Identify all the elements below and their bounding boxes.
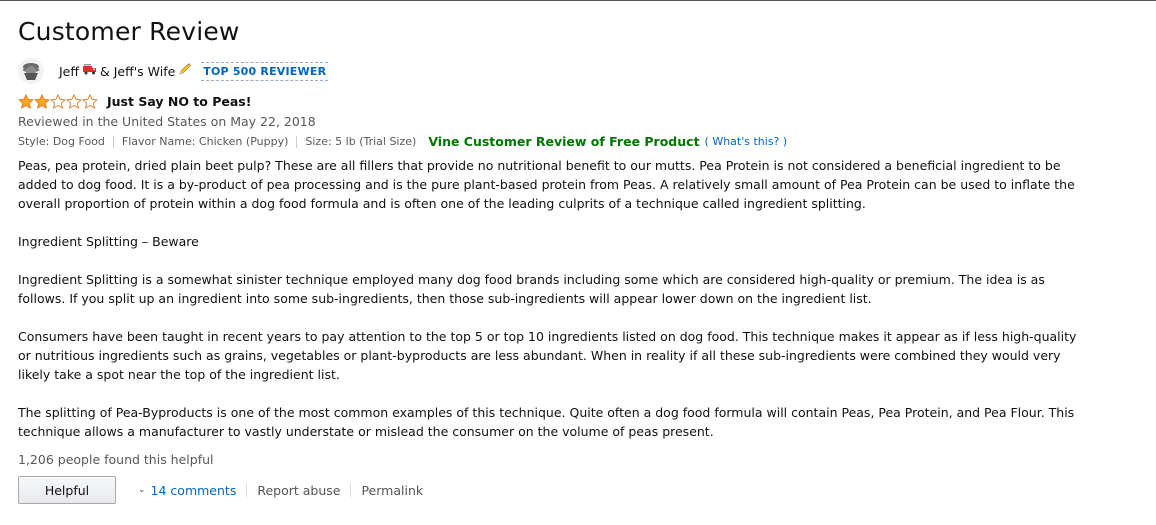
vine-info-link[interactable]: ( What's this? ) — [705, 135, 788, 148]
review-paragraph: Ingredient Splitting is a somewhat sinis… — [18, 272, 1045, 306]
review-body: Peas, pea protein, dried plain beet pulp… — [18, 156, 1078, 441]
size-attribute: Size: 5 lb (Trial Size) — [305, 135, 417, 148]
star-filled-icon — [18, 93, 34, 109]
pencil-icon — [178, 62, 192, 80]
reviewer-first-name: Jeff — [59, 63, 79, 79]
page-title: Customer Review — [18, 17, 240, 46]
review-title[interactable]: Just Say NO to Peas! — [107, 94, 251, 109]
star-empty-icon — [66, 93, 82, 109]
top-reviewer-badge[interactable]: TOP 500 REVIEWER — [201, 61, 329, 81]
divider — [246, 483, 248, 497]
style-attribute: Style: Dog Food — [18, 135, 105, 148]
comments-link[interactable]: ⌄ 14 comments — [138, 483, 236, 498]
review-container: Customer Review Jeff & Jeff's Wife TOP 5… — [0, 1, 1078, 505]
star-empty-icon — [50, 93, 66, 109]
review-paragraph: Consumers have been taught in recent yea… — [18, 329, 1077, 382]
review-paragraph: Ingredient Splitting – Beware — [18, 234, 199, 249]
helpful-count: 1,206 people found this helpful — [18, 452, 214, 467]
review-date: Reviewed in the United States on May 22,… — [18, 114, 316, 129]
report-abuse-link[interactable]: Report abuse — [257, 483, 340, 498]
avatar[interactable] — [18, 58, 44, 84]
reviewer-name-suffix: & Jeff's Wife — [100, 63, 176, 79]
review-paragraph: Peas, pea protein, dried plain beet pulp… — [18, 158, 1075, 211]
rating-row: Just Say NO to Peas! — [18, 91, 1078, 111]
reviewer-profile[interactable]: Jeff & Jeff's Wife TOP 500 REVIEWER — [18, 55, 1078, 87]
divider — [112, 135, 114, 148]
flavor-attribute: Flavor Name: Chicken (Puppy) — [121, 135, 289, 148]
permalink-link[interactable]: Permalink — [361, 483, 423, 498]
helpful-button[interactable]: Helpful — [18, 476, 116, 504]
star-filled-icon — [34, 93, 50, 109]
review-paragraph: The splitting of Pea-Byproducts is one o… — [18, 405, 1075, 439]
star-empty-icon — [82, 93, 98, 109]
format-strip: Style: Dog Food Flavor Name: Chicken (Pu… — [18, 132, 1078, 151]
divider — [296, 135, 298, 148]
chevron-down-icon: ⌄ — [138, 485, 146, 495]
reviewer-name[interactable]: Jeff & Jeff's Wife — [59, 62, 195, 80]
star-rating — [18, 93, 98, 109]
divider — [350, 483, 352, 497]
comments-label: 14 comments — [150, 482, 237, 498]
firetruck-icon — [82, 63, 97, 79]
review-actions: Helpful ⌄ 14 comments Report abuse Perma… — [18, 475, 1078, 505]
vine-badge: Vine Customer Review of Free Product — [428, 134, 700, 149]
